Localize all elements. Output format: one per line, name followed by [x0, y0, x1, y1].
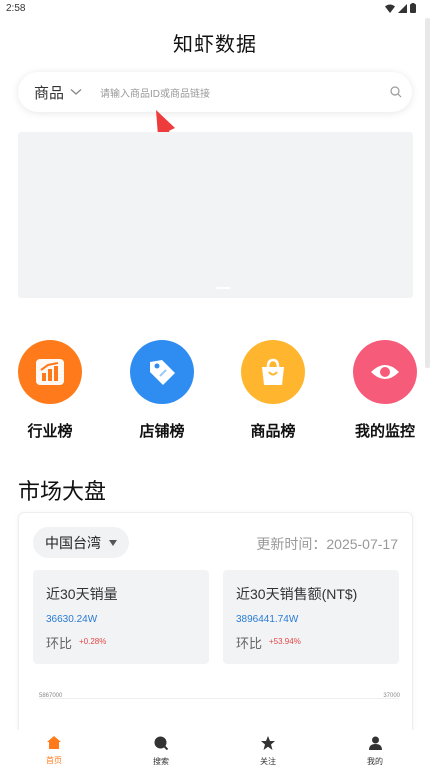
quick-link-industry-rank[interactable]: 行业榜 — [10, 340, 90, 441]
quick-link-shop-rank[interactable]: 店铺榜 — [122, 340, 202, 441]
tab-search[interactable]: 搜索 — [131, 736, 191, 766]
search-icon — [154, 736, 169, 751]
metric-ratio-label: 环比 — [236, 636, 263, 651]
region-label: 中国台湾 — [45, 534, 101, 551]
metric-label: 近30天销量 — [46, 586, 118, 602]
metric-value: 3896441.74W — [236, 614, 299, 625]
tab-mine[interactable]: 我的 — [345, 736, 405, 766]
chart-gridline — [39, 698, 399, 699]
tab-follow[interactable]: 关注 — [238, 736, 298, 766]
status-bar: 2:58 — [0, 0, 430, 18]
signal-icon — [398, 3, 407, 13]
star-icon — [261, 736, 275, 750]
metric-card-sales-volume[interactable]: 近30天销量 36630.24W 环比 +0.28% — [33, 570, 209, 664]
status-time: 2:58 — [6, 3, 26, 14]
quick-link-label: 商品榜 — [250, 423, 296, 440]
metric-ratio-label: 环比 — [46, 636, 73, 651]
bottom-tab-bar: 首页 搜索 关注 我的 — [0, 730, 430, 766]
battery-icon — [410, 3, 416, 13]
section-title-market: 市场大盘 — [18, 479, 107, 504]
region-selector[interactable]: 中国台湾 — [33, 527, 129, 558]
carousel-indicator — [216, 287, 230, 289]
chevron-down-icon — [70, 89, 82, 95]
page-title: 知虾数据 — [173, 34, 257, 56]
tag-icon — [130, 340, 194, 404]
chart-axis-right-label: 37000 — [383, 693, 400, 699]
scrollbar[interactable] — [425, 18, 430, 368]
tab-home[interactable]: 首页 — [24, 736, 84, 766]
quick-link-my-monitor[interactable]: 我的监控 — [345, 340, 425, 441]
market-card: 中国台湾 更新时间：2025-07-17 近30天销量 36630.24W 环比… — [18, 512, 413, 742]
quick-link-label: 行业榜 — [27, 423, 73, 440]
tab-label: 搜索 — [153, 757, 169, 766]
user-icon — [368, 736, 382, 750]
metric-ratio: +0.28% — [79, 637, 107, 646]
quick-link-label: 店铺榜 — [139, 423, 185, 440]
search-icon[interactable] — [390, 86, 402, 98]
search-type-dropdown[interactable]: 商品 — [34, 82, 82, 103]
chart-up-icon — [18, 340, 82, 404]
triangle-down-icon — [109, 539, 117, 546]
eye-icon — [353, 340, 417, 404]
metric-card-sales-amount[interactable]: 近30天销售额(NT$) 3896441.74W 环比 +53.94% — [223, 570, 399, 664]
chart-axis-left-label: 5867000 — [39, 693, 63, 699]
update-time: 更新时间：2025-07-17 — [256, 536, 398, 552]
metric-ratio: +53.94% — [269, 637, 301, 646]
search-bar[interactable]: 商品 请输入商品ID或商品链接 — [18, 72, 412, 112]
home-icon — [47, 736, 61, 749]
tab-label: 关注 — [260, 757, 276, 766]
shopping-bag-icon — [241, 340, 305, 404]
metric-label: 近30天销售额(NT$) — [236, 586, 358, 602]
metric-value: 36630.24W — [46, 614, 98, 625]
status-icons — [385, 3, 416, 13]
wifi-icon — [385, 4, 395, 13]
search-type-label: 商品 — [34, 84, 65, 102]
search-input[interactable]: 请输入商品ID或商品链接 — [100, 85, 390, 100]
tab-label: 首页 — [46, 756, 62, 765]
quick-link-label: 我的监控 — [354, 423, 415, 440]
quick-link-product-rank[interactable]: 商品榜 — [233, 340, 313, 441]
banner-carousel[interactable] — [18, 132, 413, 298]
tab-label: 我的 — [367, 757, 383, 766]
